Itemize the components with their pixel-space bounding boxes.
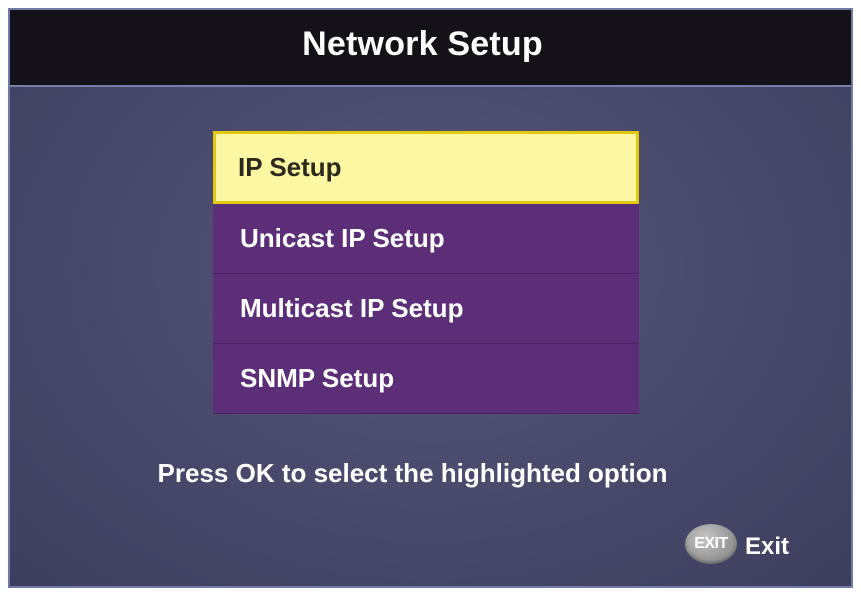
menu: IP Setup Unicast IP Setup Multicast IP S… [213,131,639,414]
screen: Network Setup IP Setup Unicast IP Setup … [8,8,853,588]
menu-item-snmp-setup[interactable]: SNMP Setup [213,344,639,414]
menu-item-label: SNMP Setup [240,363,395,393]
instruction-text: Press OK to select the highlighted optio… [157,458,668,488]
menu-item-ip-setup[interactable]: IP Setup [213,131,639,204]
menu-item-label: Unicast IP Setup [240,223,445,253]
title-bar: Network Setup [10,10,851,87]
exit-icon-text: EXIT [694,535,728,552]
menu-item-label: Multicast IP Setup [240,293,464,323]
menu-item-label: IP Setup [238,152,342,182]
menu-item-multicast-ip-setup[interactable]: Multicast IP Setup [213,274,639,344]
exit-label: Exit [744,533,789,560]
page-title: Network Setup [302,25,543,63]
exit-button[interactable]: EXIT Exit [684,524,789,564]
exit-button-icon[interactable]: EXIT [684,524,737,564]
menu-item-unicast-ip-setup[interactable]: Unicast IP Setup [213,204,639,274]
